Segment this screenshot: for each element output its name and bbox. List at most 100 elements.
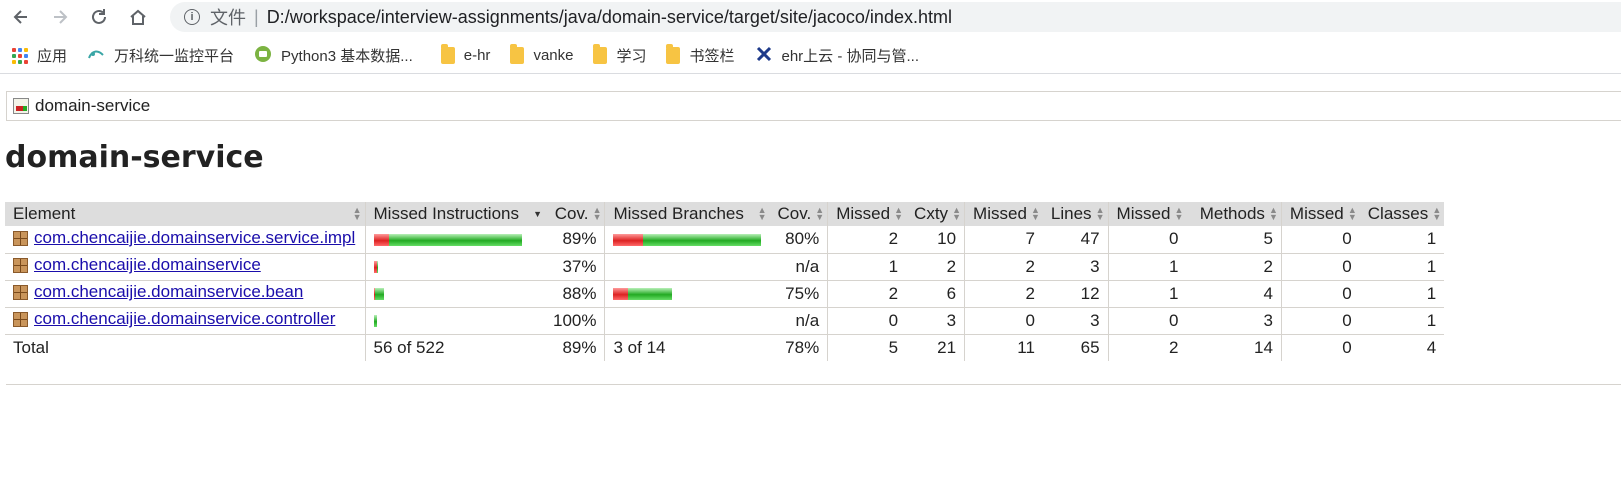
branches-bar-cell bbox=[604, 226, 770, 254]
classes-cell: 1 bbox=[1359, 280, 1445, 308]
instructions-coverage-bar bbox=[373, 233, 522, 246]
info-icon[interactable]: i bbox=[184, 9, 200, 25]
element-cell: com.chencaijie.domainservice bbox=[5, 253, 365, 281]
lines-missed-cell: 0 bbox=[964, 307, 1043, 335]
package-link[interactable]: com.chencaijie.domainservice bbox=[34, 255, 261, 275]
covered-bar-segment bbox=[373, 315, 377, 328]
footer-divider bbox=[6, 384, 1621, 385]
cxty-missed-cell: 1 bbox=[827, 253, 907, 281]
sort-desc-icon: ▼ bbox=[533, 209, 542, 219]
package-link[interactable]: com.chencaijie.domainservice.service.imp… bbox=[34, 228, 355, 248]
apps-icon bbox=[12, 47, 28, 64]
branches-bar-cell bbox=[604, 253, 770, 281]
header-classes[interactable]: Classes ▲ ▼ bbox=[1359, 202, 1445, 226]
package-link[interactable]: com.chencaijie.domainservice.bean bbox=[34, 282, 303, 302]
branches-coverage-bar bbox=[613, 288, 673, 301]
bookmark-label: 书签栏 bbox=[689, 48, 735, 65]
instr-cov-cell: 88% bbox=[545, 280, 605, 308]
lines-missed-cell: 2 bbox=[964, 280, 1043, 308]
reload-icon[interactable] bbox=[86, 4, 112, 30]
instructions-coverage-bar bbox=[373, 288, 384, 301]
branch-cov-cell: n/a bbox=[769, 307, 828, 335]
lines-missed-cell: 2 bbox=[964, 253, 1043, 281]
methods-missed-cell: 1 bbox=[1107, 253, 1187, 281]
address-bar[interactable]: i 文件 | D:/workspace/interview-assignment… bbox=[170, 2, 1621, 32]
classes-missed-cell: 0 bbox=[1280, 280, 1360, 308]
cxty-cell: 10 bbox=[906, 226, 965, 254]
header-missed-branches[interactable]: Missed Branches ▲ ▼ bbox=[604, 202, 770, 226]
url-text: D:/workspace/interview-assignments/java/… bbox=[266, 6, 952, 27]
scheme-separator: | bbox=[254, 6, 259, 27]
total-classes: 4 bbox=[1359, 333, 1445, 361]
bookmark-label: Python3 基本数据... bbox=[281, 48, 413, 65]
package-icon bbox=[13, 284, 28, 300]
element-cell: com.chencaijie.domainservice.bean bbox=[5, 280, 365, 308]
header-instr-cov[interactable]: Cov. ▲ ▼ bbox=[545, 202, 605, 226]
package-link[interactable]: com.chencaijie.domainservice.controller bbox=[34, 309, 335, 329]
bookmark-monitor[interactable]: 万科统一监控平台 bbox=[87, 45, 234, 66]
header-label: Missed bbox=[973, 204, 1027, 223]
back-arrow-icon[interactable] bbox=[8, 4, 34, 30]
bookmark-python[interactable]: Python3 基本数据... bbox=[254, 45, 413, 67]
header-label: Cov. bbox=[554, 204, 589, 223]
classes-cell: 1 bbox=[1359, 226, 1445, 254]
sort-icon: ▲ ▼ bbox=[894, 205, 904, 222]
classes-missed-cell: 0 bbox=[1280, 226, 1360, 254]
breadcrumb-label: domain-service bbox=[35, 96, 151, 115]
bookmark-label: 万科统一监控平台 bbox=[114, 48, 235, 65]
header-methods[interactable]: Methods ▲ ▼ bbox=[1186, 202, 1282, 226]
header-missed-instructions[interactable]: Missed Instructions ▼ bbox=[364, 202, 545, 226]
instructions-bar-cell bbox=[364, 307, 545, 335]
home-icon[interactable] bbox=[125, 4, 151, 30]
sort-icon: ▲ ▼ bbox=[592, 205, 602, 222]
total-row: Total 56 of 522 89% 3 of 14 78% 5 21 11 … bbox=[5, 333, 1445, 361]
branch-cov-cell: 80% bbox=[769, 226, 828, 254]
instructions-coverage-bar bbox=[373, 315, 377, 328]
bookmark-bar-folder[interactable]: 书签栏 bbox=[666, 44, 735, 66]
methods-cell: 3 bbox=[1186, 307, 1282, 335]
header-methods-missed[interactable]: Missed ▲ ▼ bbox=[1107, 202, 1187, 226]
classes-missed-cell: 0 bbox=[1280, 307, 1360, 335]
bookmark-study[interactable]: 学习 bbox=[593, 44, 646, 66]
table-row: com.chencaijie.domainservice 37% n/a 1 2 2 3 1 2… bbox=[5, 253, 1445, 281]
bookmarks-bar: 应用 万科统一监控平台 Python3 基本数据... e-hr vanke 学… bbox=[0, 38, 1621, 74]
bookmark-ehr-cloud[interactable]: ehr上云 - 协同与管... bbox=[755, 45, 919, 67]
lines-cell: 12 bbox=[1042, 280, 1109, 308]
covered-bar-segment bbox=[643, 233, 762, 246]
classes-cell: 1 bbox=[1359, 253, 1445, 281]
header-cxty-missed[interactable]: Missed ▲ ▼ bbox=[827, 202, 907, 226]
instructions-bar-cell bbox=[364, 253, 545, 281]
cxty-missed-cell: 2 bbox=[827, 226, 907, 254]
header-lines[interactable]: Lines ▲ ▼ bbox=[1042, 202, 1109, 226]
header-label: Missed bbox=[1289, 204, 1344, 223]
sort-icon: ▲ ▼ bbox=[952, 205, 962, 222]
folder-icon bbox=[666, 44, 681, 64]
header-lines-missed[interactable]: Missed ▲ ▼ bbox=[964, 202, 1043, 226]
forward-arrow-icon[interactable] bbox=[47, 4, 73, 30]
methods-missed-cell: 0 bbox=[1107, 307, 1187, 335]
bookmark-vanke[interactable]: vanke bbox=[510, 44, 573, 64]
missed-bar-segment bbox=[373, 233, 389, 246]
header-element[interactable]: Element ▲ ▼ bbox=[5, 202, 365, 226]
instr-cov-cell: 89% bbox=[545, 226, 605, 254]
methods-cell: 5 bbox=[1186, 226, 1282, 254]
element-cell: com.chencaijie.domainservice.service.imp… bbox=[5, 226, 365, 254]
bookmark-ehr[interactable]: e-hr bbox=[440, 44, 490, 64]
bookmark-apps[interactable]: 应用 bbox=[12, 45, 67, 66]
total-label: Total bbox=[5, 333, 365, 361]
header-cxty[interactable]: Cxty ▲ ▼ bbox=[906, 202, 965, 226]
browser-toolbar: i 文件 | D:/workspace/interview-assignment… bbox=[0, 0, 1621, 34]
header-branch-cov[interactable]: Cov. ▲ ▼ bbox=[769, 202, 828, 226]
covered-bar-segment bbox=[388, 233, 522, 246]
missed-bar-segment bbox=[613, 288, 629, 301]
total-cxty: 21 bbox=[906, 333, 965, 361]
methods-missed-cell: 1 bbox=[1107, 280, 1187, 308]
table-row: com.chencaijie.domainservice.controller 1… bbox=[5, 307, 1445, 335]
header-label: Missed Branches bbox=[613, 204, 744, 223]
total-classes-missed: 0 bbox=[1280, 333, 1360, 361]
package-icon bbox=[13, 311, 28, 327]
header-classes-missed[interactable]: Missed ▲ ▼ bbox=[1280, 202, 1360, 226]
classes-missed-cell: 0 bbox=[1280, 253, 1360, 281]
cxty-cell: 2 bbox=[906, 253, 965, 281]
coverage-table: Element ▲ ▼ Missed Instructions ▼ Cov. ▲ ▼ Mi… bbox=[5, 202, 1445, 361]
